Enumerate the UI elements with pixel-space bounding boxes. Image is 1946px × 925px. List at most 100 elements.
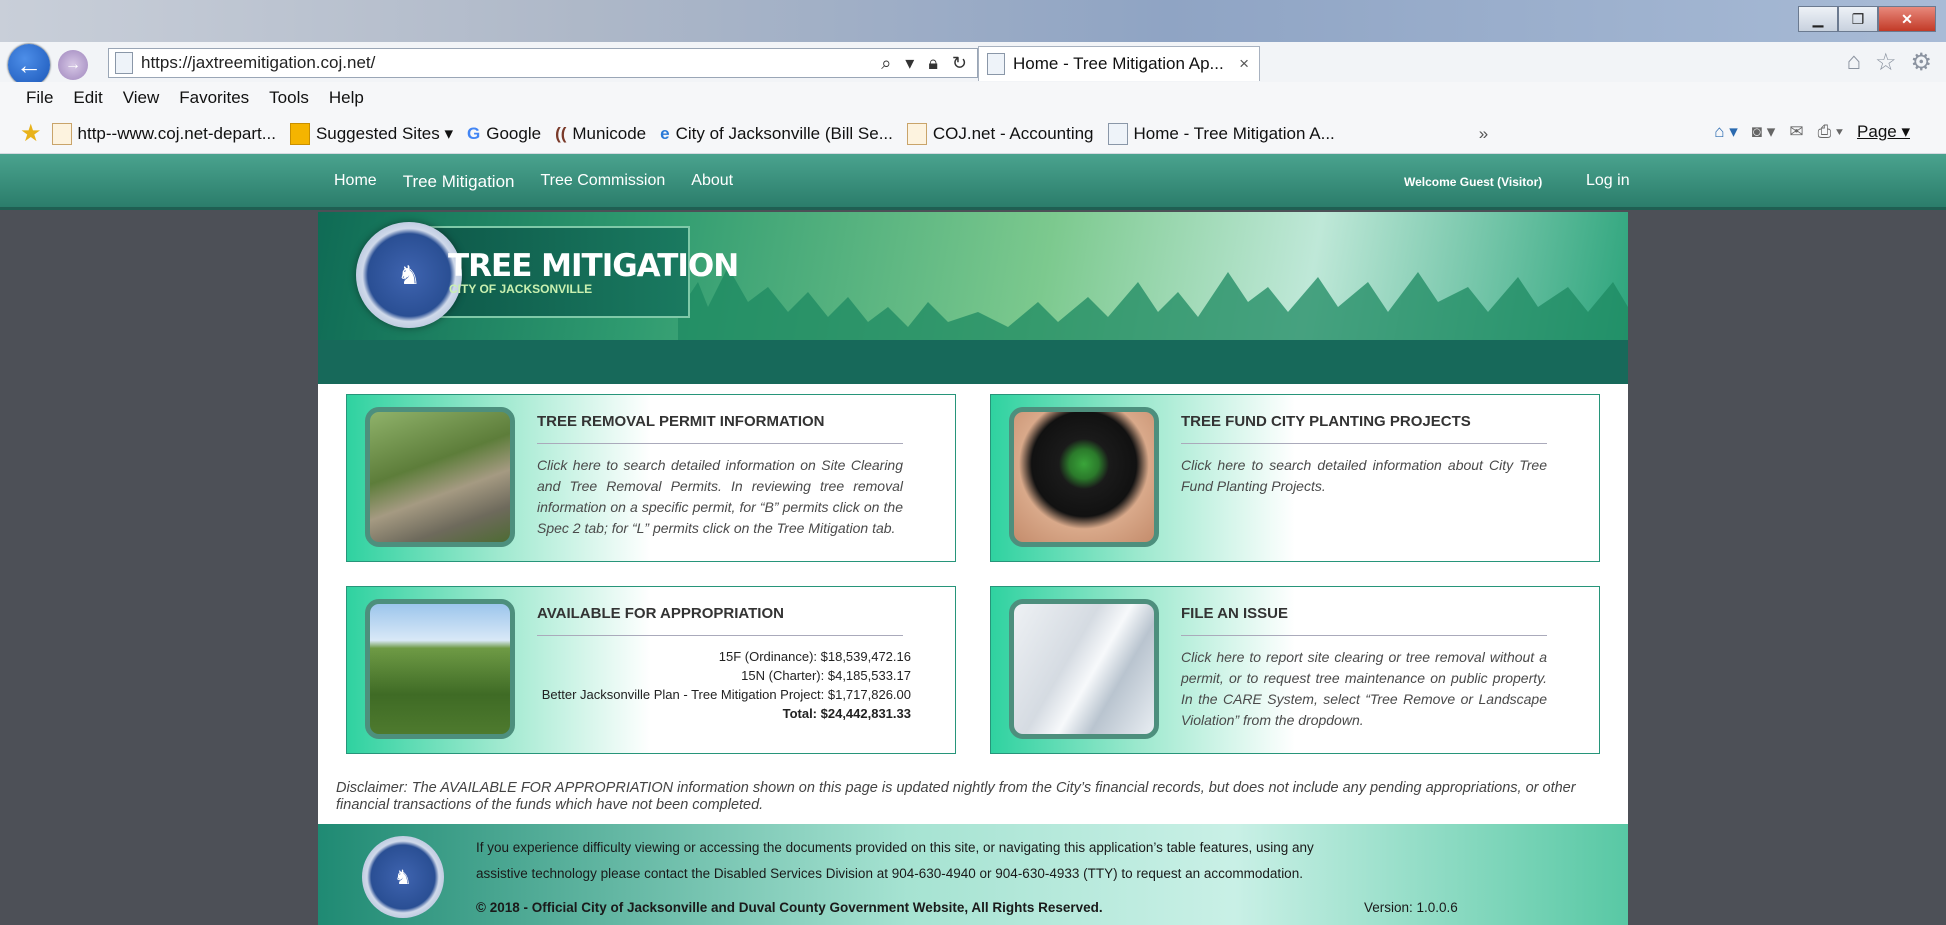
tree-removal-permit-card[interactable]: TREE REMOVAL PERMIT INFORMATION Click he… xyxy=(346,394,956,562)
google-icon: G xyxy=(467,123,481,143)
address-url[interactable]: https://jaxtreemitigation.coj.net/ xyxy=(141,53,375,73)
home-command-icon[interactable]: ⌂ ▾ xyxy=(1714,122,1738,142)
menu-bar: File Edit View Favorites Tools Help xyxy=(0,82,1946,114)
favorites-star-icon[interactable]: ☆ xyxy=(1875,48,1897,77)
favorite-coj-accounting[interactable]: COJ.net - Accounting xyxy=(906,122,1094,145)
menu-edit[interactable]: Edit xyxy=(73,88,102,108)
accessibility-notice-line1: If you experience difficulty viewing or … xyxy=(476,840,1314,855)
fallen-tree-image xyxy=(365,407,515,547)
tree-fund-planting-card[interactable]: TREE FUND CITY PLANTING PROJECTS Click h… xyxy=(990,394,1600,562)
login-link[interactable]: Log in xyxy=(1586,172,1630,190)
print-icon[interactable]: ⎙ ▾ xyxy=(1818,122,1843,142)
appropriation-values: 15F (Ordinance): $18,539,472.16 15N (Cha… xyxy=(497,647,911,723)
mail-icon[interactable]: ✉ xyxy=(1789,122,1803,142)
nav-home[interactable]: Home xyxy=(334,172,377,192)
nav-about[interactable]: About xyxy=(691,172,733,192)
favorite-label: Home - Tree Mitigation A... xyxy=(1133,123,1335,143)
card-title: TREE FUND CITY PLANTING PROJECTS xyxy=(1181,413,1471,430)
favorite-suggested-sites[interactable]: Suggested Sites ▾ xyxy=(289,122,453,145)
forward-arrow-icon: → xyxy=(65,56,81,73)
tab-close-icon[interactable]: × xyxy=(1239,54,1249,74)
copyright-text: © 2018 - Official City of Jacksonville a… xyxy=(476,900,1103,915)
favorites-bar: ★ http--www.coj.net-depart... Suggested … xyxy=(0,114,1946,154)
window-controls: ▁ ❐ ✕ xyxy=(1798,6,1936,32)
tree-silhouette-graphic xyxy=(678,267,1628,352)
favorite-label: City of Jacksonville (Bill Se... xyxy=(675,123,893,143)
favorite-google[interactable]: G Google xyxy=(467,124,541,144)
available-appropriation-card: AVAILABLE FOR APPROPRIATION 15F (Ordinan… xyxy=(346,586,956,754)
menu-file[interactable]: File xyxy=(26,88,53,108)
logo-subtitle: CITY OF JACKSONVILLE xyxy=(449,282,593,296)
back-button[interactable]: ← xyxy=(8,44,50,86)
ie-icon: e xyxy=(660,123,670,143)
minimize-button[interactable]: ▁ xyxy=(1798,6,1838,32)
command-bar: ⌂ ▾ ◙ ▾ ✉ ⎙ ▾ Page ▾ xyxy=(1714,122,1910,142)
footer-city-seal-icon: ♞ xyxy=(362,836,444,918)
favorite-label: COJ.net - Accounting xyxy=(932,123,1094,143)
card-title: TREE REMOVAL PERMIT INFORMATION xyxy=(537,413,825,430)
favorite-item[interactable]: http--www.coj.net-depart... xyxy=(51,122,276,145)
page-icon xyxy=(115,52,133,74)
welcome-text: Welcome Guest (Visitor) xyxy=(1404,175,1543,189)
card-divider xyxy=(1181,443,1547,444)
favorite-city-jacksonville[interactable]: e City of Jacksonville (Bill Se... xyxy=(660,124,893,144)
site-footer: ♞ If you experience difficulty viewing o… xyxy=(318,824,1628,925)
nav-tree-commission[interactable]: Tree Commission xyxy=(541,172,666,192)
menu-view[interactable]: View xyxy=(123,88,160,108)
add-favorites-star-icon[interactable]: ★ xyxy=(20,119,42,148)
card-title: FILE AN ISSUE xyxy=(1181,605,1288,622)
menu-help[interactable]: Help xyxy=(329,88,364,108)
card-description: Click here to report site clearing or tr… xyxy=(1181,649,1547,728)
address-bar[interactable]: https://jaxtreemitigation.coj.net/ ⌕ ▾ 🔒… xyxy=(108,48,978,78)
trees-field-image xyxy=(365,599,515,739)
close-window-button[interactable]: ✕ xyxy=(1878,6,1936,32)
favorite-municode[interactable]: ((Municode xyxy=(555,124,646,144)
fund-15n: 15N (Charter): $4,185,533.17 xyxy=(741,668,911,683)
city-seal-icon: ♞ xyxy=(356,222,462,328)
card-description: Click here to search detailed informatio… xyxy=(537,457,903,536)
maximize-button[interactable]: ❐ xyxy=(1838,6,1878,32)
card-description: Click here to search detailed informatio… xyxy=(1181,457,1547,494)
refresh-icon[interactable]: ↻ xyxy=(952,53,967,74)
search-icon[interactable]: ⌕ xyxy=(881,53,891,74)
back-arrow-icon: ← xyxy=(16,49,42,80)
dropdown-arrow-icon[interactable]: ▾ xyxy=(905,53,914,74)
favorites-overflow-chevron[interactable]: » xyxy=(1479,124,1488,144)
file-an-issue-card[interactable]: FILE AN ISSUE Click here to report site … xyxy=(990,586,1600,754)
fund-bjp: Better Jacksonville Plan - Tree Mitigati… xyxy=(541,687,911,702)
card-divider xyxy=(1181,635,1547,636)
favorite-label: http--www.coj.net-depart... xyxy=(77,123,276,143)
bing-icon xyxy=(289,122,310,145)
site-nav-links: Home Tree Mitigation Tree Commission Abo… xyxy=(334,172,733,192)
tab-page-icon xyxy=(987,53,1005,75)
logo-title: TREE MITIGATION xyxy=(448,248,739,284)
card-divider xyxy=(537,443,903,444)
favorite-home-tree-mitigation[interactable]: Home - Tree Mitigation A... xyxy=(1107,122,1335,145)
home-icon[interactable]: ⌂ xyxy=(1846,48,1861,77)
menu-tools[interactable]: Tools xyxy=(269,88,309,108)
browser-right-tools: ⌂ ☆ ⚙ xyxy=(1846,48,1932,77)
gear-icon[interactable]: ⚙ xyxy=(1910,48,1932,77)
page-menu[interactable]: Page ▾ xyxy=(1857,122,1910,142)
menu-favorites[interactable]: Favorites xyxy=(179,88,249,108)
disclaimer-text: Disclaimer: The AVAILABLE FOR APPROPRIAT… xyxy=(336,780,1576,813)
favorite-page-icon xyxy=(906,122,927,145)
nav-tree-mitigation[interactable]: Tree Mitigation xyxy=(403,172,515,192)
version-text: Version: 1.0.0.6 xyxy=(1364,900,1458,915)
forward-button[interactable]: → xyxy=(58,50,88,80)
rss-feed-icon[interactable]: ◙ ▾ xyxy=(1752,122,1776,142)
tab-label[interactable]: Home - Tree Mitigation Ap... xyxy=(1013,54,1224,74)
card-title: AVAILABLE FOR APPROPRIATION xyxy=(537,605,784,622)
window-titlebar: ▁ ❐ ✕ xyxy=(0,0,1946,42)
fund-15f: 15F (Ordinance): $18,539,472.16 xyxy=(718,649,911,664)
card-divider xyxy=(537,635,903,636)
favorite-page-icon xyxy=(1107,122,1128,145)
fund-total: Total: $24,442,831.33 xyxy=(782,706,911,721)
browser-nav-row: ← → https://jaxtreemitigation.coj.net/ ⌕… xyxy=(0,42,1946,86)
browser-tab[interactable]: Home - Tree Mitigation Ap... × xyxy=(978,46,1260,81)
favorite-page-icon xyxy=(51,122,72,145)
site-navbar: Home Tree Mitigation Tree Commission Abo… xyxy=(0,154,1946,210)
main-content: ♞ TREE MITIGATION CITY OF JACKSONVILLE T… xyxy=(318,212,1628,925)
municode-icon: (( xyxy=(555,123,567,143)
lock-icon[interactable]: 🔒︎ xyxy=(928,53,938,74)
